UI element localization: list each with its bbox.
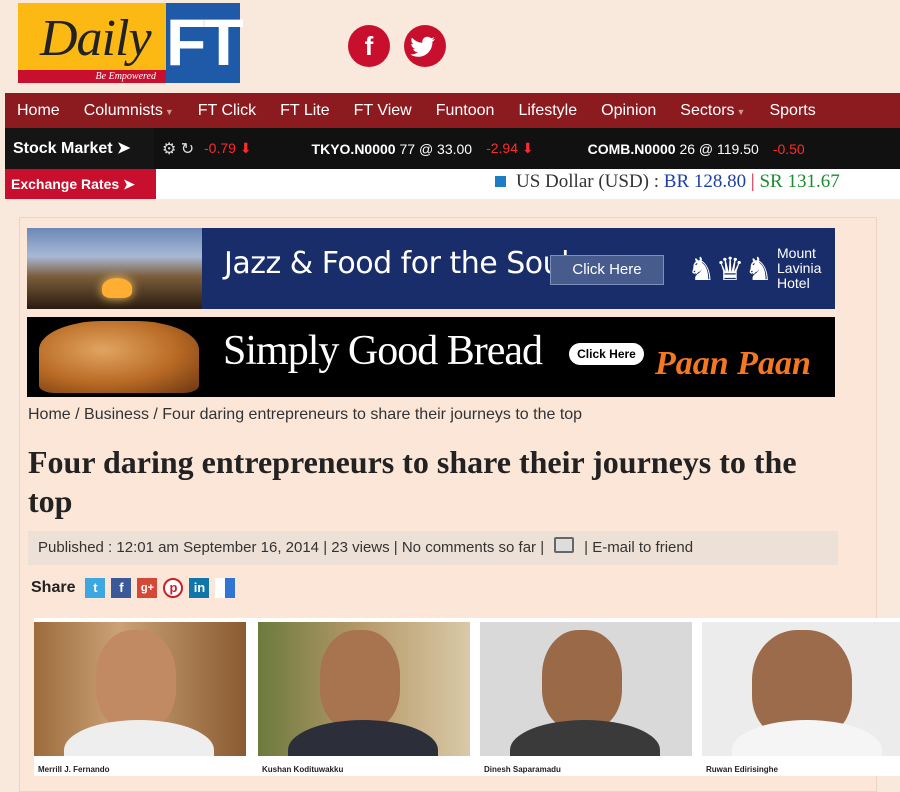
exchange-rates-label[interactable]: Exchange Rates ➤	[5, 169, 156, 199]
arrow-right-icon: ➤	[117, 140, 131, 157]
speaker-photo-card[interactable]: Dinesh Saparamadu	[480, 622, 692, 774]
dailyft-logo[interactable]: Daily Be Empowered FT	[18, 3, 244, 83]
article-title: Four daring entrepreneurs to share their…	[28, 444, 797, 519]
site-header: Daily Be Empowered FT f	[0, 0, 900, 93]
hotel-crest-icon: ♞♛♞	[687, 251, 774, 287]
exchange-rates-bar: Exchange Rates ➤ US Dollar (USD) : BR 12…	[5, 169, 900, 199]
article-published-info: Published : 12:01 am September 16, 2014 …	[38, 539, 545, 556]
bread-photo	[39, 321, 199, 393]
share-bar: Share t f g+ p in	[31, 578, 236, 598]
nav-columnists[interactable]: Columnists ▼	[72, 102, 186, 120]
speaker-photo-card[interactable]: Merrill J. Fernando	[34, 622, 246, 774]
down-arrow-icon: ⬇	[239, 140, 252, 156]
hotel-photo	[27, 228, 202, 309]
refresh-icon[interactable]: ↻	[181, 141, 194, 158]
ad-click-here-button[interactable]: Click Here	[569, 343, 644, 365]
ad-click-here-button[interactable]: Click Here	[550, 255, 664, 285]
square-bullet-icon	[495, 176, 506, 187]
exchange-rate-item: US Dollar (USD) : BR 128.80 | SR 131.67	[495, 171, 840, 193]
breadcrumb[interactable]: Home / Business / Four daring entreprene…	[28, 406, 582, 424]
stock-market-label[interactable]: Stock Market ➤	[5, 128, 154, 169]
stock-ticker: Stock Market ➤ ⚙ ↻ -0.79 ⬇ TKYO.N0000 77…	[5, 128, 900, 169]
ticker-change: -2.94 ⬇	[486, 140, 534, 156]
speaker-caption: Kushan Kodituwakku	[262, 765, 344, 774]
chevron-down-icon: ▼	[164, 106, 174, 117]
nav-funtoon[interactable]: Funtoon	[424, 102, 507, 120]
ticker-controls: ⚙ ↻	[162, 139, 204, 159]
speaker-caption: Dinesh Saparamadu	[484, 765, 561, 774]
nav-sports[interactable]: Sports	[757, 102, 827, 120]
logo-daily-text: Daily	[40, 10, 152, 67]
twitter-icon[interactable]	[404, 25, 446, 67]
printer-icon[interactable]	[554, 537, 575, 554]
ticker-item[interactable]: COMB.N0000 26 @ 119.50	[588, 141, 759, 157]
linkedin-icon[interactable]: in	[189, 578, 210, 598]
ad-brand: Paan Paan	[655, 345, 811, 382]
mount-lavinia-ad-banner[interactable]: Jazz & Food for the Soul Click Here ♞♛♞ …	[27, 228, 835, 309]
logo-tagline: Be Empowered	[18, 70, 166, 83]
email-to-friend-link[interactable]: | E-mail to friend	[584, 539, 693, 556]
down-arrow-icon: ⬇	[521, 140, 534, 156]
speaker-caption: Merrill J. Fernando	[38, 765, 110, 774]
speaker-photo-card[interactable]: Ruwan Edirisinghe	[702, 622, 900, 774]
logo-ft-text: FT	[166, 3, 244, 83]
ticker-change: -0.79 ⬇	[204, 140, 252, 156]
nav-ft-click[interactable]: FT Click	[186, 102, 268, 120]
nav-sectors[interactable]: Sectors ▼	[668, 102, 757, 120]
arrow-right-icon: ➤	[123, 176, 135, 192]
nav-ft-view[interactable]: FT View	[342, 102, 424, 120]
gear-icon[interactable]: ⚙	[162, 141, 176, 158]
nav-home[interactable]: Home	[5, 102, 72, 120]
ticker-change: -0.50	[772, 140, 805, 157]
paan-paan-ad-banner[interactable]: Simply Good Bread Click Here Paan Paan	[27, 317, 835, 397]
nav-lifestyle[interactable]: Lifestyle	[506, 102, 589, 120]
delicious-icon[interactable]	[215, 578, 236, 598]
facebook-icon[interactable]: f	[348, 25, 390, 67]
twitter-icon[interactable]: t	[85, 578, 106, 598]
google-plus-icon[interactable]: g+	[137, 578, 158, 598]
speaker-photos: Merrill J. Fernando Kushan Kodituwakku D…	[34, 618, 900, 776]
ticker-item[interactable]: TKYO.N0000 77 @ 33.00	[312, 141, 473, 157]
nav-ft-lite[interactable]: FT Lite	[268, 102, 342, 120]
article-meta-bar: Published : 12:01 am September 16, 2014 …	[28, 531, 838, 565]
share-label: Share	[31, 579, 76, 596]
nav-opinion[interactable]: Opinion	[589, 102, 668, 120]
ad-headline: Jazz & Food for the Soul	[224, 246, 569, 281]
speaker-photo-card[interactable]: Kushan Kodituwakku	[258, 622, 470, 774]
chevron-down-icon: ▼	[736, 106, 746, 117]
facebook-icon[interactable]: f	[111, 578, 132, 598]
pinterest-icon[interactable]: p	[163, 578, 184, 598]
main-nav: Home Columnists ▼ FT Click FT Lite FT Vie…	[5, 93, 900, 128]
ad-brand: Mount Lavinia Hotel	[777, 245, 822, 291]
ad-headline: Simply Good Bread	[223, 328, 543, 374]
speaker-caption: Ruwan Edirisinghe	[706, 765, 779, 774]
